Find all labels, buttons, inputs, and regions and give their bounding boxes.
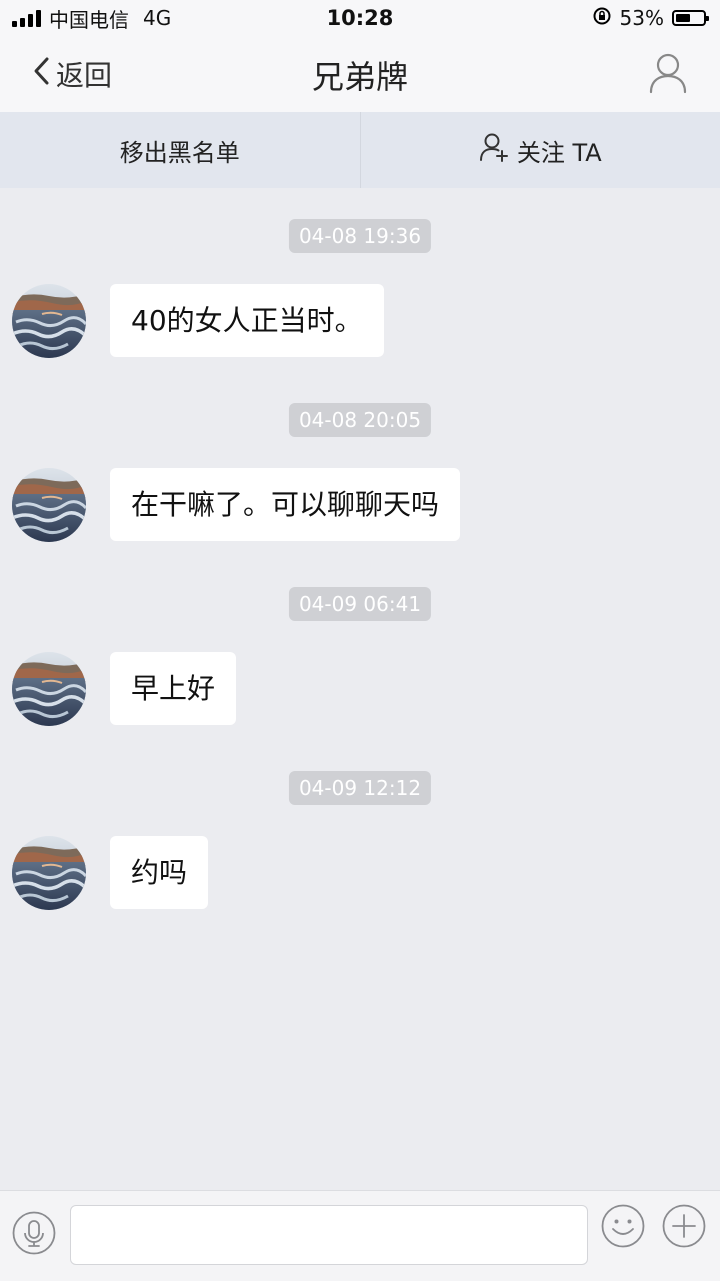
battery-icon — [672, 10, 706, 26]
message-bubble: 在干嘛了。可以聊聊天吗 — [110, 468, 460, 541]
status-right: 53% — [592, 6, 706, 30]
more-button[interactable] — [662, 1204, 706, 1248]
avatar[interactable] — [12, 284, 86, 358]
avatar[interactable] — [12, 652, 86, 726]
message-bubble: 40的女人正当时。 — [110, 284, 384, 357]
plus-circle-icon — [662, 1233, 706, 1252]
battery-percent: 53% — [620, 6, 664, 30]
message-timestamp: 04-09 06:41 — [289, 587, 431, 621]
remove-blacklist-label: 移出黑名单 — [120, 133, 240, 168]
status-bar: 中国电信 4G 10:28 53% — [0, 0, 720, 36]
emoji-button[interactable] — [601, 1204, 645, 1248]
message-timestamp: 04-08 20:05 — [289, 403, 431, 437]
action-bar: 移出黑名单 关注 TA — [0, 112, 720, 188]
avatar[interactable] — [12, 836, 86, 910]
page-title: 兄弟牌 — [0, 52, 720, 98]
avatar[interactable] — [12, 468, 86, 542]
message-timestamp: 04-08 19:36 — [289, 219, 431, 253]
rotation-lock-icon — [592, 6, 612, 31]
follow-label: 关注 TA — [517, 133, 602, 168]
message-timestamp: 04-09 12:12 — [289, 771, 431, 805]
message-input[interactable] — [70, 1205, 588, 1265]
profile-button[interactable] — [648, 52, 688, 94]
person-add-icon — [479, 132, 509, 168]
smiley-icon — [601, 1233, 645, 1252]
input-bar — [0, 1190, 720, 1281]
voice-button[interactable] — [12, 1211, 56, 1255]
follow-button[interactable]: 关注 TA — [361, 112, 720, 188]
nav-bar: 返回 兄弟牌 — [0, 36, 720, 112]
message-bubble: 约吗 — [110, 836, 208, 909]
person-icon — [648, 79, 688, 98]
message-bubble: 早上好 — [110, 652, 236, 725]
microphone-icon — [12, 1240, 56, 1259]
remove-blacklist-button[interactable]: 移出黑名单 — [0, 112, 361, 188]
